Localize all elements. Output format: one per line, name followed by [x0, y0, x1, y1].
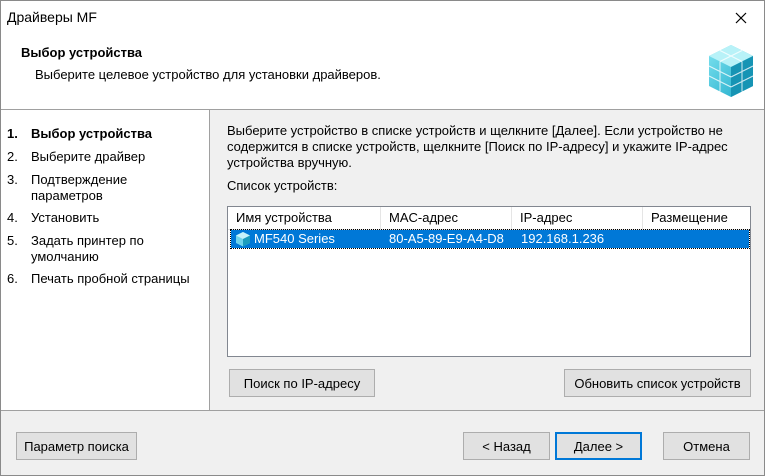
step-3: 3. Подтверждение параметров	[7, 172, 151, 204]
driver-install-window: Драйверы MF Выбор устройства Выберите це…	[0, 0, 765, 476]
step-number: 3.	[7, 172, 18, 187]
step-number: 2.	[7, 149, 18, 164]
step-label: Установить	[31, 210, 100, 225]
device-list-label: Список устройств:	[227, 178, 338, 193]
step-number: 6.	[7, 271, 18, 286]
step-1: 1. Выбор устройства	[7, 126, 201, 142]
next-button[interactable]: Далее >	[555, 432, 642, 460]
column-header-mac[interactable]: MAC-адрес	[381, 207, 512, 229]
step-label: Печать пробной страницы	[31, 271, 190, 286]
content-panel: Выберите устройство в списке устройств и…	[210, 110, 764, 410]
step-label: Выбор устройства	[31, 126, 153, 141]
step-6: 6. Печать пробной страницы	[7, 271, 201, 287]
column-header-ip[interactable]: IP-адрес	[512, 207, 643, 229]
column-header-name[interactable]: Имя устройства	[228, 207, 381, 229]
device-list[interactable]: Имя устройства MAC-адрес IP-адрес Размещ…	[227, 206, 751, 357]
device-list-header: Имя устройства MAC-адрес IP-адрес Размещ…	[228, 207, 750, 230]
footer-divider	[1, 410, 764, 411]
step-label: Подтверждение параметров	[31, 172, 128, 203]
step-number: 1.	[7, 126, 18, 141]
page-subtitle: Выберите целевое устройство для установк…	[35, 67, 381, 82]
window-title: Драйверы MF	[7, 9, 97, 25]
close-icon	[735, 12, 747, 24]
wizard-header: Выбор устройства Выберите целевое устрой…	[1, 35, 764, 110]
device-name: MF540 Series	[254, 231, 335, 246]
back-button[interactable]: < Назад	[463, 432, 550, 460]
step-2: 2. Выберите драйвер	[7, 149, 201, 165]
device-mac: 80-A5-89-E9-A4-D8	[389, 231, 504, 246]
step-label: Задать принтер по умолчанию	[31, 233, 144, 264]
refresh-device-list-button[interactable]: Обновить список устройств	[564, 369, 751, 397]
wizard-steps: 1. Выбор устройства 2. Выберите драйвер …	[1, 110, 210, 410]
title-bar: Драйверы MF	[1, 1, 764, 35]
page-title: Выбор устройства	[21, 45, 143, 60]
printer-device-icon	[236, 232, 250, 247]
step-label: Выберите драйвер	[31, 149, 146, 164]
step-5: 5. Задать принтер по умолчанию	[7, 233, 166, 265]
device-row-selected[interactable]: MF540 Series 80-A5-89-E9-A4-D8 192.168.1…	[230, 229, 750, 249]
close-button[interactable]	[718, 1, 764, 35]
instructions-text: Выберите устройство в списке устройств и…	[227, 123, 728, 170]
cancel-button[interactable]: Отмена	[663, 432, 750, 460]
step-number: 5.	[7, 233, 18, 248]
step-number: 4.	[7, 210, 18, 225]
step-4: 4. Установить	[7, 210, 201, 226]
device-ip: 192.168.1.236	[521, 231, 605, 246]
search-parameters-button[interactable]: Параметр поиска	[16, 432, 137, 460]
cube-blocks-icon	[708, 45, 754, 97]
search-by-ip-button[interactable]: Поиск по IP-адресу	[229, 369, 375, 397]
column-header-location[interactable]: Размещение	[643, 207, 750, 229]
